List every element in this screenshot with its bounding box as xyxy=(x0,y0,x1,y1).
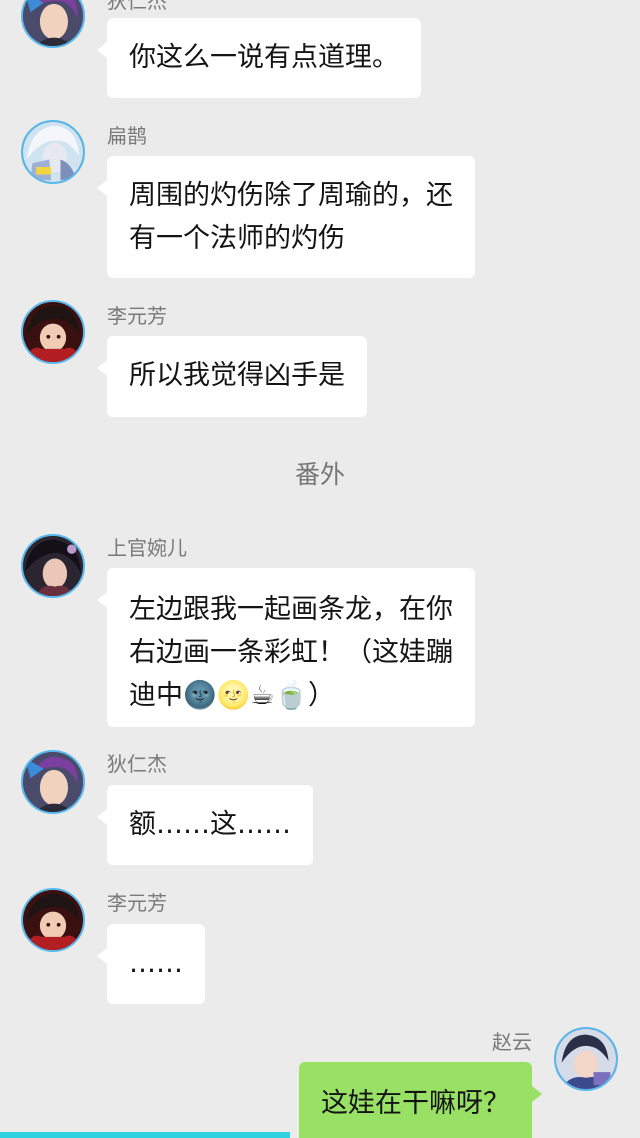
sender-name: 李元芳 xyxy=(107,891,167,915)
message-line: 你这么一说有点道理。 xyxy=(129,42,399,73)
zhao-yun-avatar-icon[interactable] xyxy=(554,1027,618,1091)
message-line: 右边画一条彩虹！（这娃蹦 xyxy=(129,637,453,668)
message-line: 额……这…… xyxy=(129,809,291,840)
li-yuanfang-avatar-icon[interactable] xyxy=(21,300,85,364)
shangguan-waner-avatar-icon[interactable] xyxy=(21,534,85,598)
message-bubble[interactable]: …… xyxy=(97,924,205,1004)
li-yuanfang-avatar-icon[interactable] xyxy=(21,888,85,952)
message-line: 左边跟我一起画条龙，在你 xyxy=(129,594,453,625)
message-line: …… xyxy=(129,948,183,979)
message-bubble[interactable]: 所以我觉得凶手是 xyxy=(97,336,367,417)
bian-que-avatar-icon[interactable] xyxy=(21,120,85,184)
di-renjie-avatar-icon[interactable] xyxy=(21,0,85,48)
message-bubble[interactable]: 你这么一说有点道理。 xyxy=(97,18,421,98)
sender-name: 狄仁杰 xyxy=(107,0,167,13)
message-bubble[interactable]: 这娃在干嘛呀？ xyxy=(299,1062,542,1138)
sender-name: 李元芳 xyxy=(107,304,167,328)
sender-name: 上官婉儿 xyxy=(107,536,187,560)
message-line: 有一个法师的灼伤 xyxy=(129,223,345,254)
message-bubble[interactable]: 左边跟我一起画条龙，在你 右边画一条彩虹！（这娃蹦 迪中🌚🌝☕🍵） xyxy=(97,568,475,727)
message-bubble[interactable]: 额……这…… xyxy=(97,785,313,865)
sender-name: 狄仁杰 xyxy=(107,752,167,776)
message-bubble[interactable]: 周围的灼伤除了周瑜的，还 有一个法师的灼伤 xyxy=(97,156,475,278)
message-line: 迪中🌚🌝☕🍵） xyxy=(129,680,336,711)
sender-name: 扁鹊 xyxy=(107,124,147,148)
chat-screen: 狄仁杰 你这么一说有点道理。 扁鹊 周围的灼伤除了周瑜的，还 有一个法师的灼伤 … xyxy=(0,0,640,1138)
sender-name: 赵云 xyxy=(492,1030,532,1054)
message-line: 这娃在干嘛呀？ xyxy=(321,1088,510,1119)
di-renjie-avatar-icon[interactable] xyxy=(21,750,85,814)
message-line: 所以我觉得凶手是 xyxy=(129,360,345,391)
message-line: 周围的灼伤除了周瑜的，还 xyxy=(129,180,453,211)
bottom-progress-bar xyxy=(0,1132,290,1138)
section-divider-label: 番外 xyxy=(294,460,345,489)
